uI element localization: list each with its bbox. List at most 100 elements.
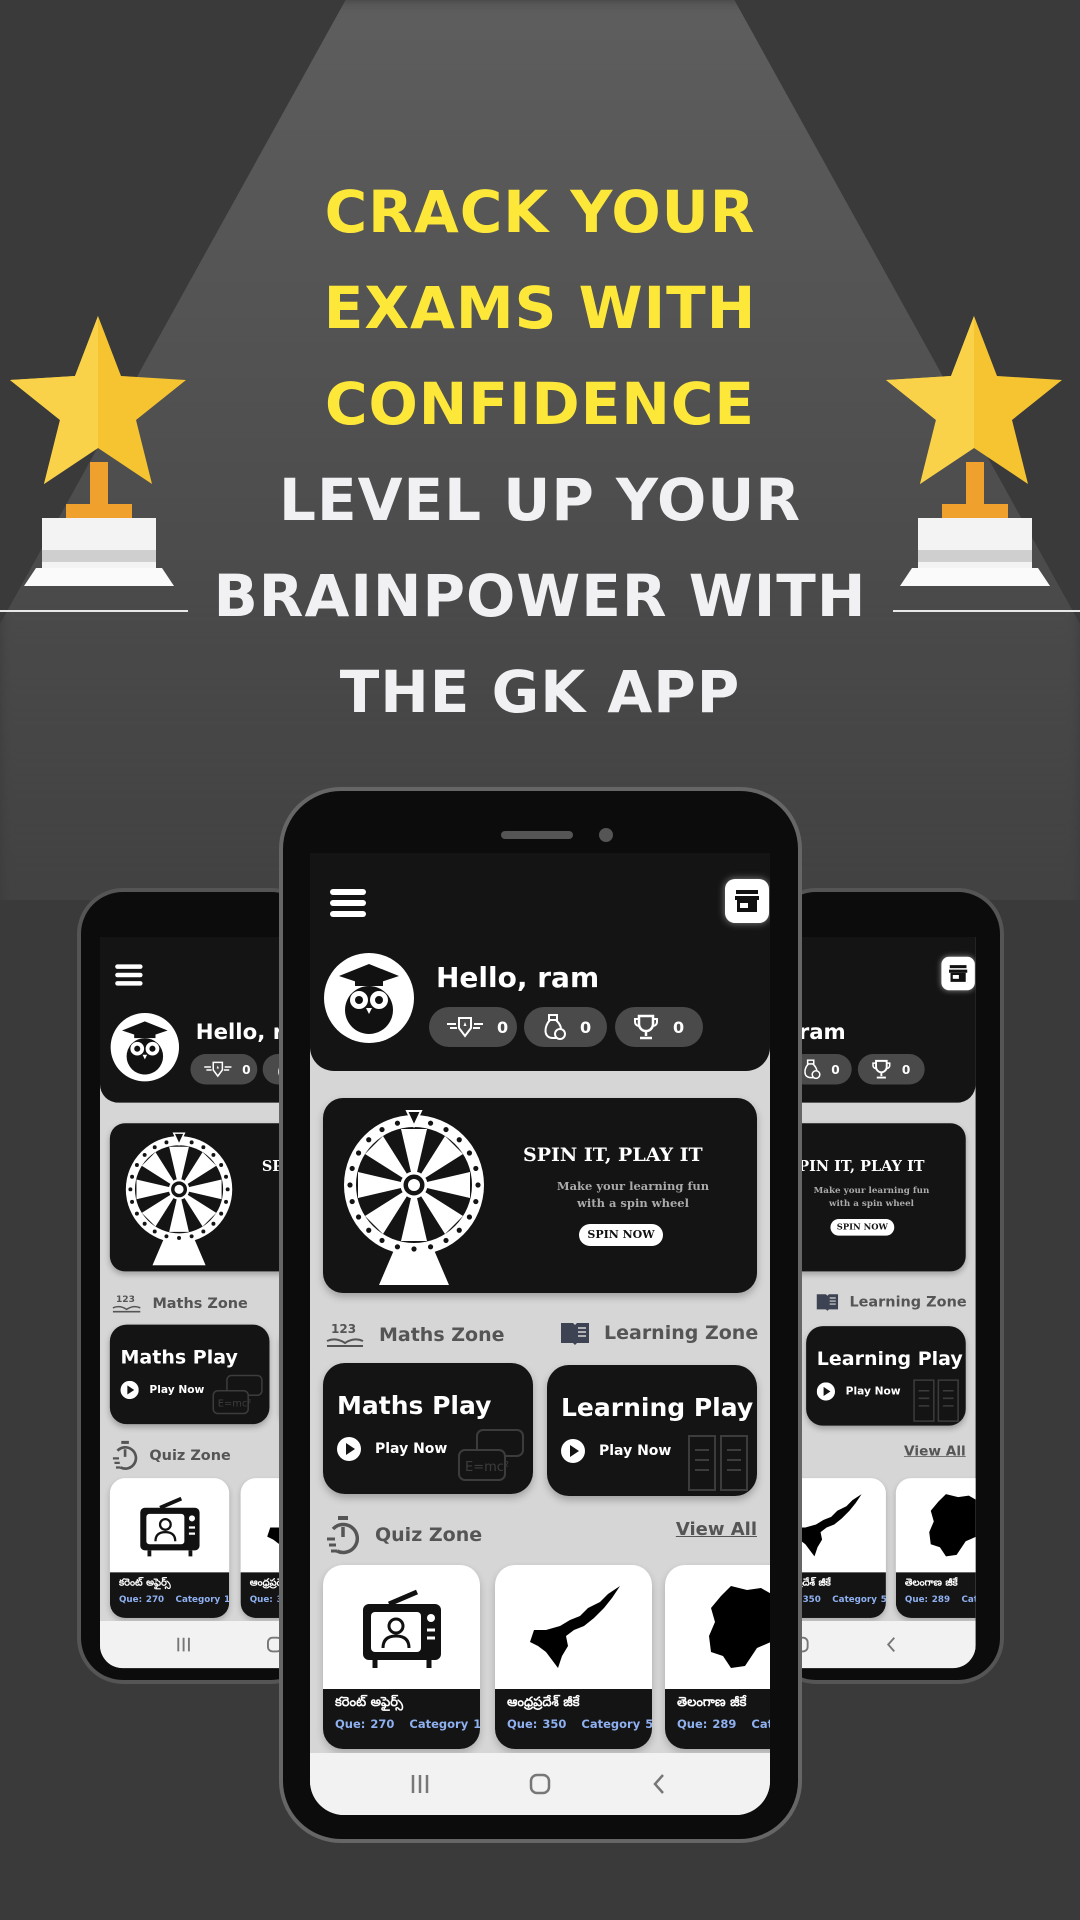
wheel-dot bbox=[466, 1150, 473, 1156]
stat-value: 0 bbox=[901, 1062, 911, 1077]
view-all-link[interactable]: View All bbox=[676, 1519, 757, 1540]
quiz-card[interactable]: తెలంగాణ జీకే Que: 289 Category bbox=[895, 1478, 976, 1618]
view-all-link[interactable]: View All bbox=[904, 1443, 966, 1459]
tv-icon bbox=[362, 1589, 441, 1668]
quiz-card-meta: Que: 289 Category bbox=[677, 1717, 770, 1731]
play-now-label: Play Now bbox=[599, 1443, 672, 1459]
wheel-dot bbox=[466, 1214, 473, 1220]
wheel-dot bbox=[130, 1199, 135, 1204]
quiz-card[interactable]: తెలంగాణ జీకే Que: 289 Category bbox=[665, 1565, 770, 1749]
spin-wheel-icon bbox=[125, 1132, 233, 1266]
learning-zone-heading: Learning Zone bbox=[560, 1321, 758, 1345]
quiz-card[interactable]: ఆంధ్రప్రదేశ్ జీకే Que: 350 Category 5 bbox=[495, 1565, 652, 1749]
hamburger-icon[interactable] bbox=[115, 964, 143, 986]
avatar[interactable] bbox=[110, 1013, 180, 1082]
wheel-dot bbox=[427, 1120, 434, 1126]
stopwatch-icon bbox=[327, 1516, 360, 1555]
stat-badge[interactable]: 0 bbox=[429, 1007, 517, 1047]
spin-now-button[interactable]: SPIN NOW bbox=[579, 1224, 663, 1246]
quiz-card[interactable]: కరెంట్ అఫైర్స్ Que: 270 Category 12 bbox=[109, 1478, 230, 1618]
stat-coins[interactable]: 0 bbox=[524, 1007, 607, 1047]
avatar[interactable] bbox=[324, 953, 414, 1043]
quiz-card-title: కరెంట్ అఫైర్స్ bbox=[335, 1695, 404, 1710]
quiz-card-image bbox=[495, 1565, 652, 1689]
store-button[interactable] bbox=[725, 879, 769, 923]
recents-icon[interactable] bbox=[174, 1635, 192, 1653]
wheel-dot bbox=[128, 1187, 133, 1192]
stat-value: 0 bbox=[242, 1062, 251, 1077]
quiz-card-image bbox=[896, 1478, 976, 1572]
trophy-icon bbox=[634, 1014, 658, 1040]
maths-zone-heading: 123 Maths Zone bbox=[111, 1293, 248, 1314]
book-icon bbox=[561, 1323, 589, 1345]
phone-right: Hello, ram 0 0 0 bbox=[626, 888, 1004, 1684]
quiz-card-info: తెలంగాణ జీకే Que: 289 Category bbox=[665, 1689, 770, 1749]
wheel-dot bbox=[224, 1199, 228, 1204]
back-icon[interactable] bbox=[648, 1772, 672, 1796]
quiz-card-info: తెలంగాణ జీకే Que: 289 Category bbox=[895, 1572, 976, 1618]
stat-value: 0 bbox=[831, 1062, 840, 1077]
svg-text:123: 123 bbox=[116, 1295, 135, 1305]
play-icon bbox=[120, 1380, 139, 1400]
wheel-dot bbox=[411, 1246, 417, 1252]
telangana-map-icon bbox=[929, 1494, 976, 1557]
spin-subtitle-line: Make your learning fun bbox=[556, 1179, 710, 1193]
zone-label: Learning Zone bbox=[849, 1293, 967, 1311]
wheel-dot bbox=[189, 1234, 194, 1239]
stat-trophies[interactable]: 0 bbox=[615, 1007, 703, 1047]
spin-subtitle-line: with a spin wheel bbox=[577, 1196, 689, 1210]
badge-icon bbox=[204, 1061, 232, 1078]
category-count: Category 5 bbox=[581, 1717, 652, 1731]
wheel-dot bbox=[211, 1221, 216, 1226]
wheel-dot bbox=[219, 1163, 224, 1167]
back-icon[interactable] bbox=[883, 1635, 901, 1653]
play-now-label: Play Now bbox=[375, 1441, 448, 1457]
app-header: Hello, ram 0 0 0 bbox=[310, 853, 770, 1071]
svg-text:E=mc²: E=mc² bbox=[465, 1460, 509, 1475]
home-icon[interactable] bbox=[528, 1772, 552, 1796]
category-count: Category 12 bbox=[175, 1593, 230, 1605]
card-title: Maths Play bbox=[337, 1391, 492, 1420]
store-icon bbox=[949, 965, 968, 982]
store-icon bbox=[735, 890, 759, 912]
tv-icon bbox=[139, 1496, 200, 1557]
quiz-card-image bbox=[665, 1565, 770, 1689]
wheel-dot bbox=[211, 1152, 216, 1157]
app-screen: Hello, ram 0 0 0 SPIN IT, PLAY IT Make y… bbox=[310, 853, 770, 1815]
trophy-icon bbox=[872, 1059, 891, 1079]
category-count: Category 12 bbox=[409, 1717, 480, 1731]
coin-bag-icon bbox=[804, 1059, 821, 1080]
stat-trophies[interactable]: 0 bbox=[857, 1054, 925, 1085]
hamburger-icon[interactable] bbox=[330, 889, 366, 917]
quiz-card[interactable]: కరెంట్ అఫైర్స్ Que: 270 Category 12 bbox=[323, 1565, 480, 1749]
learning-play-card[interactable]: Learning Play Play Now bbox=[806, 1326, 966, 1426]
play-now-button[interactable]: Play Now bbox=[120, 1380, 204, 1400]
maths-play-card[interactable]: Maths Play Play Now E=mc² bbox=[109, 1324, 270, 1425]
quiz-card-image bbox=[323, 1565, 480, 1689]
play-now-button[interactable]: Play Now bbox=[816, 1382, 901, 1401]
owl-icon bbox=[122, 1021, 168, 1075]
wheel-dot bbox=[456, 1227, 462, 1233]
wheel-dot bbox=[177, 1235, 182, 1240]
zone-label: Quiz Zone bbox=[149, 1446, 231, 1464]
maths-play-card[interactable]: Maths Play Play Now E=mc² bbox=[323, 1363, 533, 1494]
wheel-dot bbox=[473, 1198, 479, 1205]
play-now-button[interactable]: Play Now bbox=[337, 1437, 447, 1461]
divider bbox=[893, 610, 1080, 612]
card-title: Learning Play bbox=[561, 1393, 754, 1422]
wheel-dot bbox=[475, 1182, 481, 1188]
store-button[interactable] bbox=[941, 956, 975, 991]
question-count: Que: 270 bbox=[119, 1593, 165, 1605]
learning-play-card[interactable]: Learning Play Play Now bbox=[547, 1365, 757, 1496]
wheel-dot bbox=[224, 1174, 228, 1179]
maths-book-icon: 123 bbox=[326, 1322, 364, 1347]
spin-now-button[interactable]: SPIN NOW bbox=[830, 1218, 895, 1236]
spin-wheel-card[interactable]: SPIN IT, PLAY IT Make your learning fun w… bbox=[323, 1098, 757, 1293]
stat-badge[interactable]: 0 bbox=[190, 1054, 258, 1085]
question-count: Que: 289 bbox=[677, 1717, 737, 1731]
play-now-button[interactable]: Play Now bbox=[561, 1439, 671, 1463]
quiz-card-info: కరెంట్ అఫైర్స్ Que: 270 Category 12 bbox=[323, 1689, 480, 1749]
quiz-card-title: తెలంగాణ జీకే bbox=[904, 1576, 958, 1589]
recents-icon[interactable] bbox=[408, 1772, 432, 1796]
spin-wheel-icon bbox=[344, 1110, 484, 1285]
